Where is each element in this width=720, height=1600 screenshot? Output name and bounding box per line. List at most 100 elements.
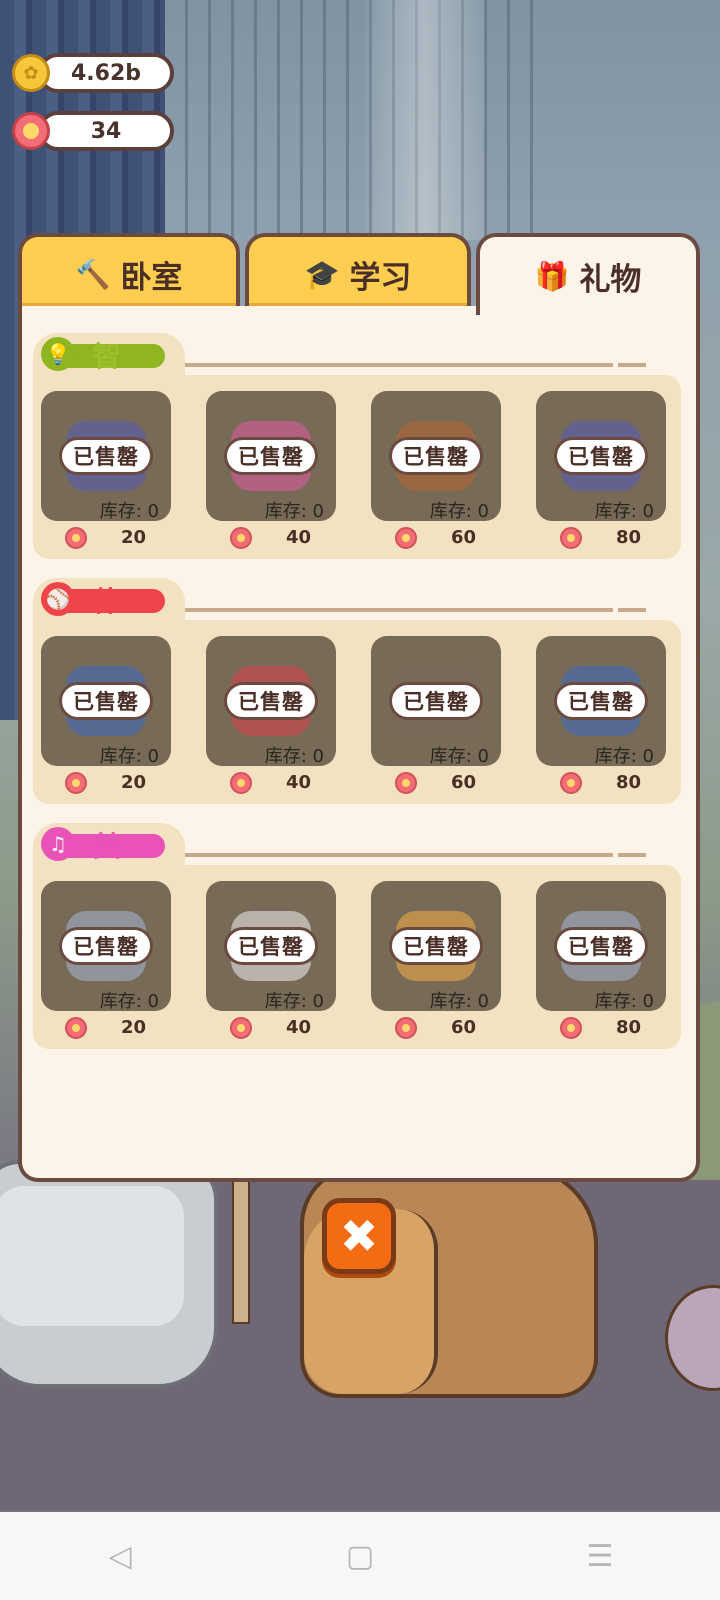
stock-label: 库存 <box>429 991 466 1011</box>
sold-out-badge: 已售罄 <box>389 927 483 965</box>
gift-thumbnail: 已售罄库存: 0 <box>41 391 171 521</box>
flower-icon <box>230 1017 252 1039</box>
section-header: ♫ 美 <box>33 823 185 871</box>
sold-out-badge: 已售罄 <box>59 437 153 475</box>
section-divider <box>185 853 613 857</box>
stock-label: 库存 <box>594 991 631 1011</box>
stock-value: 0 <box>477 746 489 766</box>
price-value: 20 <box>121 772 147 793</box>
section-title: 智 <box>93 340 122 373</box>
tab-study[interactable]: 🎓 学习 <box>245 233 471 311</box>
back-icon[interactable]: ◁ <box>80 1526 160 1586</box>
section-divider-dash <box>618 853 646 857</box>
stock-label: 库存 <box>264 501 301 521</box>
sold-out-badge: 已售罄 <box>554 927 648 965</box>
stock-label: 库存 <box>264 746 301 766</box>
stock-text: 库存: 0 <box>99 501 159 521</box>
stock-value: 0 <box>642 991 654 1011</box>
gift-thumbnail: 已售罄库存: 0 <box>371 881 501 1011</box>
home-icon[interactable]: ▢ <box>320 1526 400 1586</box>
gift-thumbnail: 已售罄库存: 0 <box>206 391 336 521</box>
price-value: 80 <box>616 1017 642 1038</box>
stock-label: 库存 <box>594 501 631 521</box>
tab-gift[interactable]: 🎁 礼物 <box>476 233 700 315</box>
lightbulb-icon: 💡 <box>41 337 75 371</box>
stock-value: 0 <box>147 991 159 1011</box>
stock-text: 库存: 0 <box>429 746 489 766</box>
flower-icon <box>395 527 417 549</box>
stock-value: 0 <box>477 991 489 1011</box>
stock-label: 库存 <box>99 746 136 766</box>
menu-icon[interactable]: ☰ <box>560 1526 640 1586</box>
section-divider <box>185 608 613 612</box>
stock-text: 库存: 0 <box>594 501 654 521</box>
graduation-cap-icon: 🎓 <box>304 257 340 291</box>
sold-out-badge: 已售罄 <box>224 682 318 720</box>
coin-icon: ✿ <box>12 54 50 92</box>
stock-label: 库存 <box>429 746 466 766</box>
sold-out-badge: 已售罄 <box>224 927 318 965</box>
system-nav-bar: ◁ ▢ ☰ <box>0 1512 720 1600</box>
stock-value: 0 <box>312 501 324 521</box>
sold-out-badge: 已售罄 <box>554 437 648 475</box>
basketball-icon: ⚾ <box>41 582 75 616</box>
gift-thumbnail: 已售罄库存: 0 <box>41 881 171 1011</box>
stock-text: 库存: 0 <box>264 746 324 766</box>
gift-thumbnail: 已售罄库存: 0 <box>536 636 666 766</box>
sold-out-badge: 已售罄 <box>59 927 153 965</box>
price-value: 60 <box>451 772 477 793</box>
bathtub-toy <box>0 1160 218 1388</box>
flower-icon <box>230 772 252 794</box>
stock-value: 0 <box>312 991 324 1011</box>
sold-out-badge: 已售罄 <box>389 682 483 720</box>
section-header: 💡 智 <box>33 333 185 381</box>
flower-icon <box>560 772 582 794</box>
tab-bedroom[interactable]: 🔨 卧室 <box>18 233 240 311</box>
gift-icon: 🎁 <box>534 259 570 293</box>
gift-thumbnail: 已售罄库存: 0 <box>536 881 666 1011</box>
stock-label: 库存 <box>99 501 136 521</box>
stock-value: 0 <box>312 746 324 766</box>
price-value: 80 <box>616 772 642 793</box>
flower-icon <box>230 527 252 549</box>
flower-icon <box>12 112 50 150</box>
window-bars <box>165 0 545 260</box>
close-button[interactable]: ✖ <box>322 1198 396 1274</box>
tab-label: 礼物 <box>579 261 642 298</box>
flower-icon <box>395 772 417 794</box>
gift-thumbnail: 已售罄库存: 0 <box>371 391 501 521</box>
price-value: 20 <box>121 1017 147 1038</box>
coin-counter: 4.62b <box>38 53 174 93</box>
sold-out-badge: 已售罄 <box>389 437 483 475</box>
section-title: 体 <box>93 585 122 618</box>
tab-label: 卧室 <box>120 259 183 296</box>
stock-text: 库存: 0 <box>99 746 159 766</box>
stock-value: 0 <box>147 746 159 766</box>
section-divider <box>185 363 613 367</box>
stock-value: 0 <box>642 501 654 521</box>
stock-text: 库存: 0 <box>264 501 324 521</box>
sold-out-badge: 已售罄 <box>224 437 318 475</box>
stock-text: 库存: 0 <box>429 991 489 1011</box>
stock-label: 库存 <box>429 501 466 521</box>
flower-icon <box>65 527 87 549</box>
stock-text: 库存: 0 <box>594 746 654 766</box>
gift-thumbnail: 已售罄库存: 0 <box>206 636 336 766</box>
stock-text: 库存: 0 <box>99 991 159 1011</box>
close-icon: ✖ <box>339 1209 379 1263</box>
section-divider-dash <box>618 363 646 367</box>
price-value: 60 <box>451 527 477 548</box>
gift-thumbnail: 已售罄库存: 0 <box>371 636 501 766</box>
price-value: 80 <box>616 527 642 548</box>
flower-icon <box>65 772 87 794</box>
gift-thumbnail: 已售罄库存: 0 <box>41 636 171 766</box>
stock-text: 库存: 0 <box>429 501 489 521</box>
price-value: 60 <box>451 1017 477 1038</box>
sold-out-badge: 已售罄 <box>554 682 648 720</box>
price-value: 20 <box>121 527 147 548</box>
sold-out-badge: 已售罄 <box>59 682 153 720</box>
tab-label: 学习 <box>349 259 412 296</box>
stock-text: 库存: 0 <box>594 991 654 1011</box>
music-note-icon: ♫ <box>41 827 75 861</box>
section-header: ⚾ 体 <box>33 578 185 626</box>
